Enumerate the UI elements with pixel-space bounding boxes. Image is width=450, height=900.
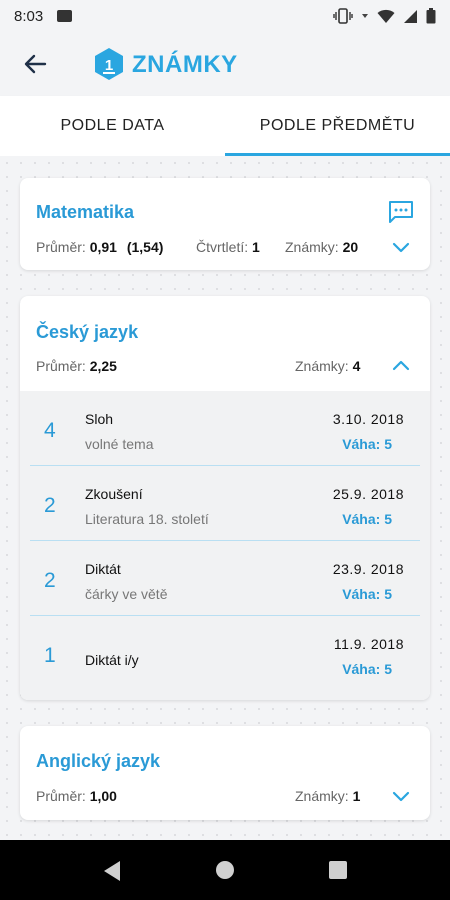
average-label: Průměr:: [36, 239, 86, 255]
count-value: 4: [352, 358, 361, 374]
nav-back-icon[interactable]: [102, 860, 122, 882]
subject-average: Průměr: 2,25: [36, 358, 117, 374]
grade-description: Literatura 18. století: [85, 511, 209, 527]
subjects-list: Matematika Průměr: 0,91 (1,54) Čtvrtletí…: [0, 156, 450, 840]
subject-card-anglicky-jazyk[interactable]: Anglický jazyk Průměr: 1,00 Známky: 1: [20, 726, 430, 820]
system-nav-bar: [0, 840, 450, 900]
grade-date: 23.9. 2018: [332, 561, 404, 577]
subject-count: Známky: 20: [285, 239, 358, 255]
subject-count: Známky: 1: [295, 788, 360, 804]
vibrate-icon: [333, 8, 353, 24]
grade-name: Diktát: [85, 561, 121, 577]
status-time: 8:03: [14, 7, 44, 25]
grade-value: 4: [44, 419, 56, 442]
subject-name: Anglický jazyk: [36, 751, 161, 771]
subject-count: Známky: 4: [295, 358, 360, 374]
grade-date: 11.9. 2018: [333, 636, 404, 652]
count-label: Známky:: [295, 358, 349, 374]
subject-average: Průměr: 1,00: [36, 788, 117, 804]
grade-description: volné tema: [85, 436, 154, 452]
grade-item[interactable]: 1 Diktát i/y 11.9. 2018 Váha: 5: [30, 616, 420, 691]
grade-weight: Váha: 5: [342, 586, 392, 602]
page-title: ZNÁMKY: [132, 51, 238, 78]
grade-weight: Váha: 5: [342, 511, 392, 527]
grade-item[interactable]: 2 Diktát čárky ve větě 23.9. 2018 Váha: …: [30, 541, 420, 616]
app-toolbar: 1 ZNÁMKY: [0, 32, 450, 96]
subject-card-cesky-jazyk[interactable]: Český jazyk Průměr: 2,25 Známky: 4 4 Slo…: [20, 296, 430, 700]
grade-item[interactable]: 2 Zkoušení Literatura 18. století 25.9. …: [30, 466, 420, 541]
tab-bar: PODLE DATA PODLE PŘEDMĚTU: [0, 96, 450, 156]
chevron-up-icon[interactable]: [392, 359, 410, 371]
grade-name: Sloh: [85, 411, 114, 427]
chevron-down-icon[interactable]: [392, 241, 410, 253]
grades-list: 4 Sloh volné tema 3.10. 2018 Váha: 5 2 Z…: [20, 391, 430, 700]
grade-name: Zkoušení: [85, 486, 143, 502]
grade-weight: Váha: 5: [342, 436, 392, 452]
data-arrow-icon: [362, 14, 368, 18]
count-value: 20: [342, 239, 359, 255]
nav-recents-icon[interactable]: [329, 861, 347, 879]
average-value: 2,25: [89, 358, 117, 374]
chevron-down-icon[interactable]: [392, 790, 410, 802]
grade-date: 3.10. 2018: [332, 411, 404, 427]
count-value: 1: [352, 788, 361, 804]
back-arrow-icon[interactable]: [22, 51, 48, 77]
wifi-icon: [377, 9, 395, 23]
nav-home-icon[interactable]: [215, 860, 235, 880]
grade-name: Diktát i/y: [85, 652, 139, 668]
grade-description: čárky ve větě: [85, 586, 168, 602]
tab-by-subject[interactable]: PODLE PŘEDMĚTU: [225, 96, 450, 156]
grade-value: 2: [44, 569, 56, 592]
grade-date: 25.9. 2018: [332, 486, 404, 502]
quarter-value: 1: [252, 239, 260, 255]
count-label: Známky:: [285, 239, 339, 255]
subject-average: Průměr: 0,91 (1,54): [36, 239, 163, 255]
grade-item[interactable]: 4 Sloh volné tema 3.10. 2018 Váha: 5: [30, 391, 420, 466]
battery-icon: [426, 8, 436, 24]
subject-name: Český jazyk: [36, 322, 139, 342]
average-label: Průměr:: [36, 788, 86, 804]
image-icon: [57, 10, 73, 22]
grade-weight: Váha: 5: [342, 661, 392, 677]
average-value: 1,00: [89, 788, 117, 804]
logo-number: 1: [105, 57, 113, 74]
average-value: 0,91: [89, 239, 117, 255]
quarter-label: Čtvrtletí:: [196, 239, 249, 255]
count-label: Známky:: [295, 788, 349, 804]
grade-value: 2: [44, 494, 56, 517]
average-label: Průměr:: [36, 358, 86, 374]
subject-card-matematika[interactable]: Matematika Průměr: 0,91 (1,54) Čtvrtletí…: [20, 178, 430, 270]
signal-icon: [404, 9, 417, 23]
tab-by-date[interactable]: PODLE DATA: [0, 96, 225, 156]
average-extra: (1,54): [126, 239, 164, 255]
chat-icon[interactable]: [388, 200, 414, 224]
status-bar: 8:03: [0, 0, 450, 32]
subject-name: Matematika: [36, 202, 135, 222]
app-logo-icon: 1: [95, 48, 123, 80]
status-icons: [333, 8, 436, 24]
grade-value: 1: [44, 644, 56, 667]
subject-quarter: Čtvrtletí: 1: [196, 239, 260, 255]
